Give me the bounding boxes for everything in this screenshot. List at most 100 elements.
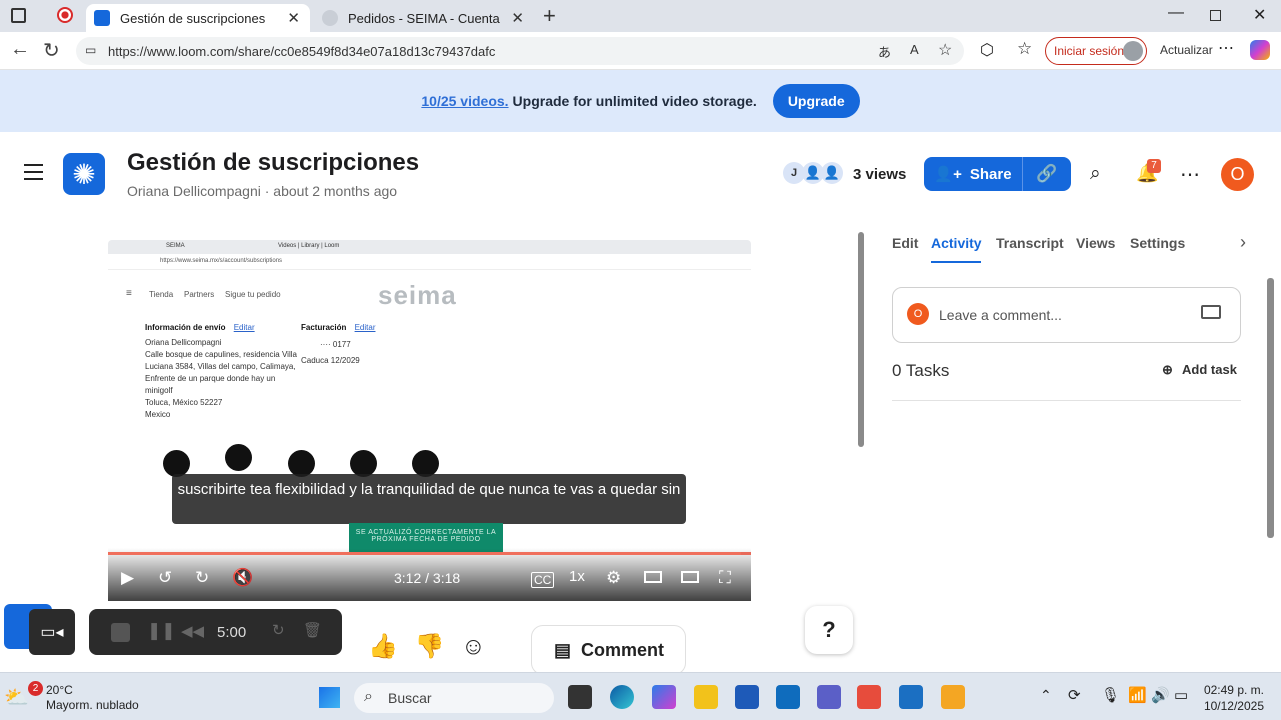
edge-icon[interactable]	[610, 685, 634, 709]
fullscreen-icon[interactable]: ⛶	[719, 568, 731, 588]
rewind-icon[interactable]: ↺	[158, 568, 172, 588]
author-name[interactable]: Oriana Dellicompagni	[127, 183, 261, 199]
new-tab-icon[interactable]: +	[543, 3, 556, 29]
play-icon[interactable]: ▶	[121, 568, 134, 588]
sync-icon[interactable]: ⟳	[1068, 686, 1081, 704]
app-icon[interactable]	[941, 685, 965, 709]
mute-icon[interactable]: 🔇	[232, 568, 253, 588]
playback-speed[interactable]: 1x	[569, 568, 585, 585]
search-icon[interactable]: ⌕	[1090, 163, 1101, 185]
action-circle-icon	[412, 450, 439, 477]
favorite-star-icon[interactable]: ☆	[938, 40, 952, 60]
back-icon[interactable]: ←	[10, 38, 30, 61]
signin-button[interactable]: Iniciar sesión	[1045, 37, 1147, 65]
address-line: Luciana 3584, Villas del campo, Calimaya…	[145, 362, 296, 371]
tab-settings[interactable]: Settings	[1130, 235, 1185, 251]
copy-link-icon[interactable]: 🔗	[1022, 157, 1071, 191]
minimize-icon[interactable]: —	[1168, 4, 1184, 22]
system-clock[interactable]: 02:49 p. m. 10/12/2025	[1198, 682, 1264, 714]
teams-icon[interactable]	[817, 685, 841, 709]
action-circle-icon	[288, 450, 315, 477]
active-tab-indicator	[931, 261, 981, 263]
loom-favicon-icon	[94, 10, 110, 26]
volume-icon[interactable]: 🔊	[1151, 686, 1170, 704]
user-avatar[interactable]: O	[1221, 158, 1254, 191]
views-count[interactable]: 3 views	[853, 166, 906, 183]
close-tab-icon[interactable]: ✕	[511, 9, 524, 27]
theater-mode-icon[interactable]	[644, 571, 662, 583]
settings-gear-icon[interactable]: ⚙	[606, 568, 621, 588]
video-count-link[interactable]: 10/25 videos.	[421, 93, 508, 109]
picture-in-picture-icon[interactable]	[681, 571, 699, 583]
tab-actions-icon[interactable]	[11, 8, 26, 23]
address-line: Calle bosque de capulines, residencia Vi…	[145, 350, 297, 359]
reload-icon[interactable]: ↻	[43, 38, 60, 63]
video-progress-bar[interactable]	[108, 552, 751, 555]
captions-icon[interactable]: CC	[531, 572, 555, 588]
url-field[interactable]: ▭ https://www.loom.com/share/cc0e8549f8d…	[76, 37, 964, 65]
app-icon[interactable]	[899, 685, 923, 709]
record-icon[interactable]	[57, 7, 73, 23]
close-tab-icon[interactable]: ✕	[287, 9, 300, 27]
pause-icon[interactable]: ❚❚	[147, 621, 176, 641]
tab-transcript[interactable]: Transcript	[996, 235, 1064, 251]
add-task-button[interactable]: ⊕ Add task	[1162, 362, 1237, 378]
camera-icon[interactable]: ▭◂	[29, 609, 75, 655]
task-view-icon[interactable]	[568, 685, 592, 709]
collapse-panel-icon[interactable]: ›	[1240, 232, 1246, 253]
tab-label: Pedidos - SEIMA - Cuenta	[348, 10, 500, 26]
video-title[interactable]: Gestión de suscripciones	[127, 149, 419, 177]
tab-pedidos[interactable]: Pedidos - SEIMA - Cuenta ✕	[314, 4, 534, 32]
tab-edit[interactable]: Edit	[892, 235, 918, 251]
video-comment-icon[interactable]	[1201, 305, 1221, 319]
battery-icon[interactable]: ▭	[1174, 686, 1188, 704]
start-icon[interactable]	[319, 687, 340, 708]
tab-views[interactable]: Views	[1076, 235, 1115, 251]
loom-logo-icon[interactable]: ✺	[63, 153, 105, 195]
video-nav-item: Partners	[184, 290, 215, 299]
stop-record-icon[interactable]	[111, 623, 130, 642]
upgrade-button[interactable]: Upgrade	[772, 84, 860, 118]
tray-chevron-icon[interactable]: ⌃	[1040, 687, 1052, 704]
video-time: 3:12 / 3:18	[394, 570, 461, 586]
site-info-icon[interactable]: ▭	[85, 43, 96, 57]
video-browser-tabs: SEIMA Videos | Library | Loom	[108, 240, 751, 254]
viewer-avatar-icon[interactable]: 👤	[821, 162, 843, 184]
text-size-icon[interactable]: A	[910, 42, 919, 57]
more-options-icon[interactable]: ⋯	[1180, 162, 1200, 187]
update-button[interactable]: Actualizar	[1160, 43, 1213, 57]
panel-scrollbar[interactable]	[1267, 278, 1274, 538]
thumbs-down-icon[interactable]: 👎	[415, 633, 445, 660]
billing-title-text: Facturación	[301, 323, 347, 332]
microphone-icon[interactable]: 🎙	[1101, 686, 1120, 704]
taskbar-search[interactable]: ⌕ Buscar	[354, 683, 554, 713]
content-scrollbar[interactable]	[858, 232, 864, 447]
share-button[interactable]: 👤+ Share	[924, 157, 1022, 191]
tab-activity[interactable]: Activity	[931, 235, 982, 251]
copilot-app-icon[interactable]	[652, 685, 676, 709]
add-reaction-icon[interactable]: ☺	[461, 633, 486, 660]
restore-icon[interactable]	[1210, 10, 1221, 21]
store-icon[interactable]	[735, 685, 759, 709]
read-aloud-icon[interactable]: あ	[878, 42, 891, 61]
file-explorer-icon[interactable]	[694, 685, 718, 709]
outlook-icon[interactable]	[776, 685, 800, 709]
favorites-icon[interactable]: ☆	[1017, 39, 1032, 59]
tab-gestion[interactable]: Gestión de suscripciones ✕	[86, 4, 310, 32]
extensions-icon[interactable]: ⬡	[980, 40, 994, 60]
thumbs-up-icon[interactable]: 👍	[368, 633, 398, 660]
weather-icon[interactable]: ⛅	[4, 685, 29, 710]
menu-icon[interactable]	[24, 164, 43, 182]
comment-placeholder[interactable]: Leave a comment...	[939, 307, 1062, 323]
add-task-label: Add task	[1182, 362, 1237, 377]
forward-icon[interactable]: ↻	[195, 568, 209, 588]
app-icon[interactable]	[857, 685, 881, 709]
copilot-icon[interactable]	[1250, 40, 1270, 60]
close-window-icon[interactable]: ✕	[1253, 5, 1266, 25]
address-bar-row: ← ↻ ▭ https://www.loom.com/share/cc0e854…	[0, 32, 1281, 70]
help-button[interactable]: ?	[805, 606, 853, 654]
weather-widget[interactable]: 20°C Mayorm. nublado	[46, 683, 139, 713]
more-menu-icon[interactable]: ⋯	[1218, 38, 1234, 58]
wifi-icon[interactable]: 📶	[1128, 686, 1147, 704]
comment-button[interactable]: ▤ Comment	[531, 625, 686, 675]
